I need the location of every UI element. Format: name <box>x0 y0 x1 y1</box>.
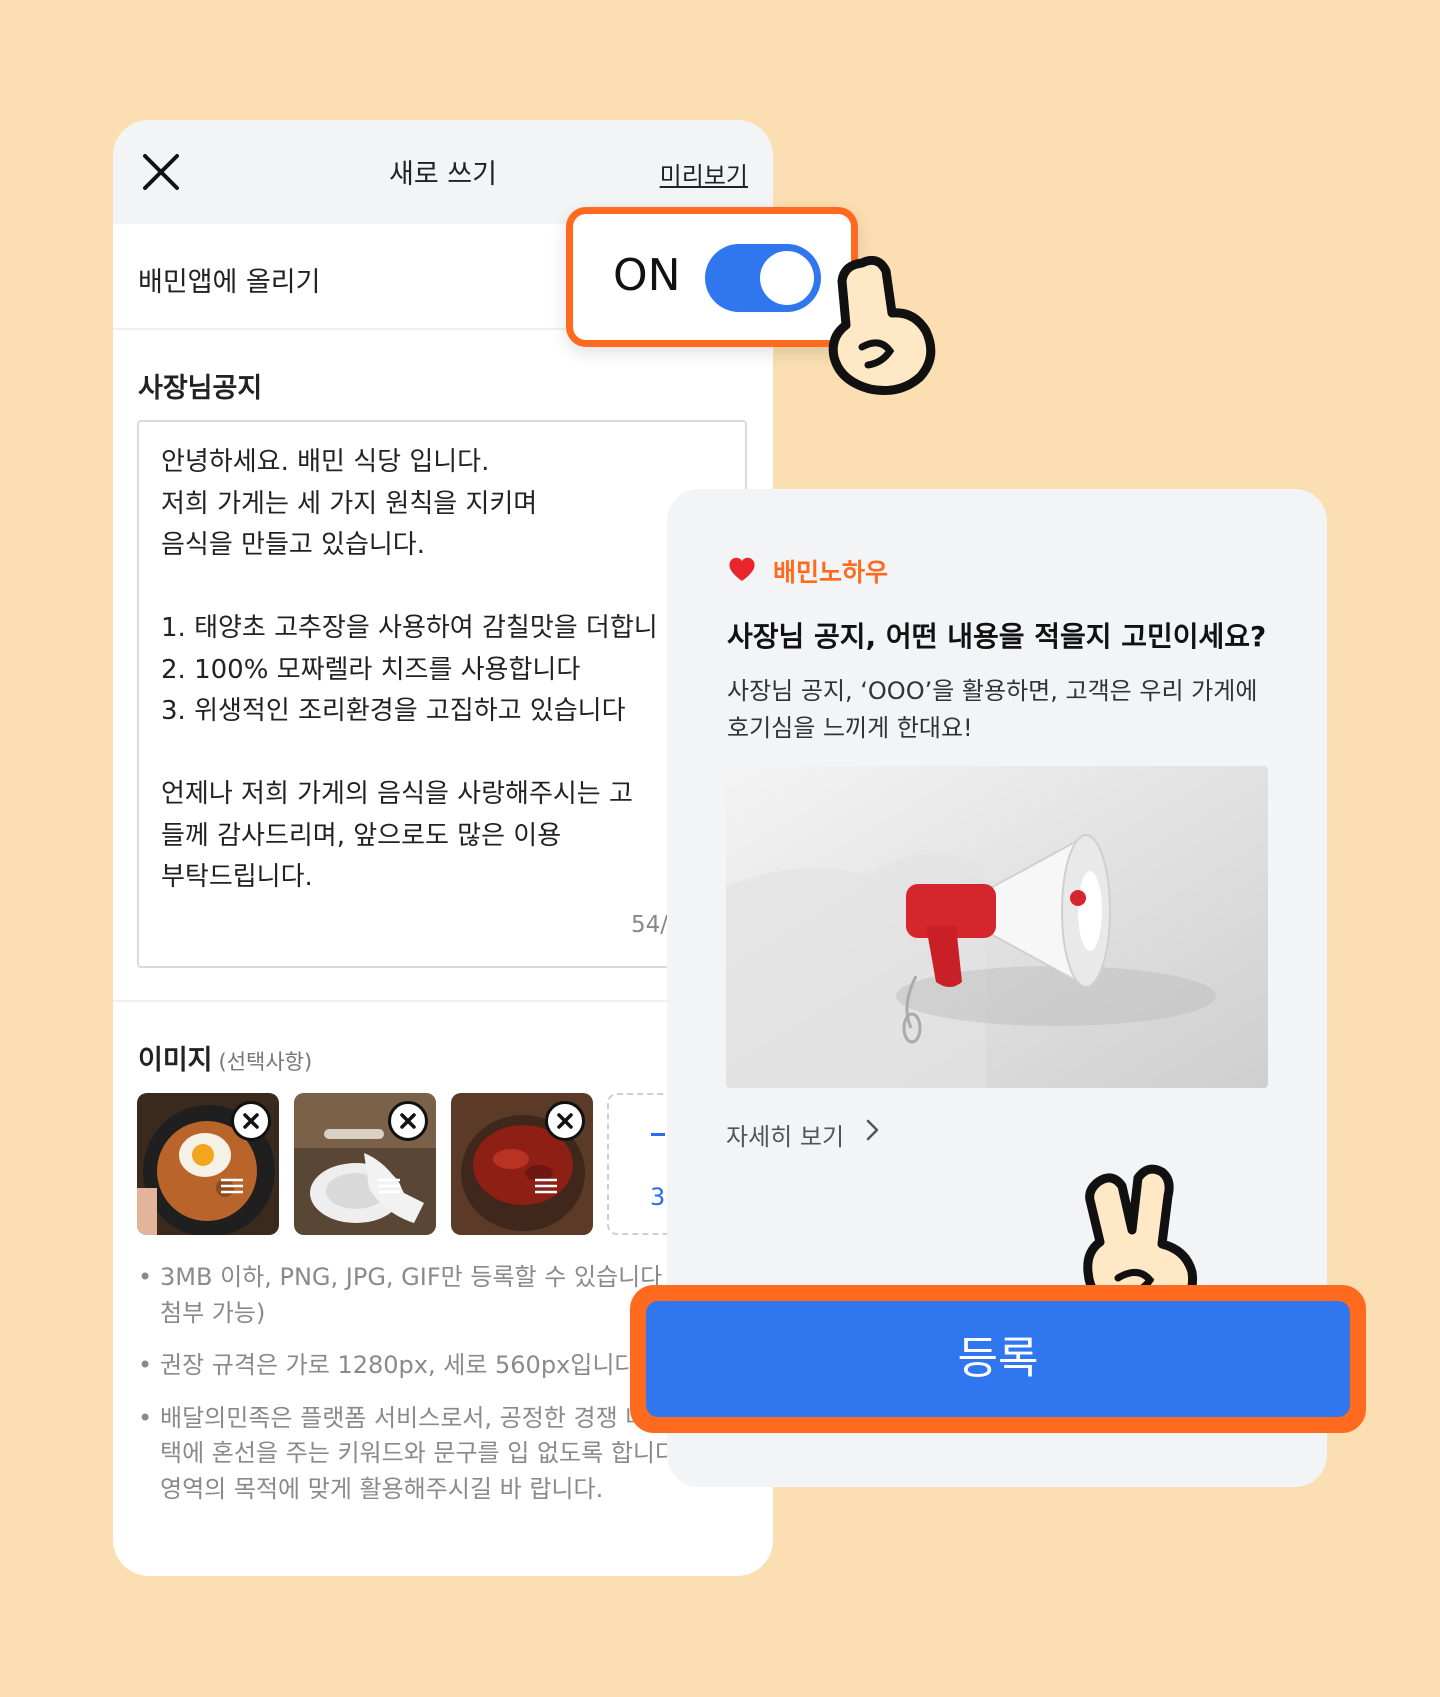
image-section-label: 이미지 <box>138 1045 213 1076</box>
tip-title: 사장님 공지, 어떤 내용을 적을지 고민이세요? <box>727 620 1267 653</box>
plus-icon <box>651 1133 665 1136</box>
notice-text: 안녕하세요. 배민 식당 입니다. 저희 가게는 세 가지 원칙을 지키며 음식… <box>161 442 658 899</box>
chevron-right-icon[interactable] <box>863 1115 883 1145</box>
char-count: 54/ <box>631 912 669 938</box>
pointing-hand-icon <box>828 255 936 395</box>
remove-image-button[interactable] <box>545 1101 585 1141</box>
notice-line <box>161 567 658 609</box>
notice-line: 2. 100% 모짜렐라 치즈를 사용합니다 <box>161 654 581 685</box>
notice-line: 1. 태양초 고추장을 사용하여 감칠맛을 더합니 <box>161 613 658 643</box>
submit-button[interactable]: 등록 <box>646 1301 1350 1417</box>
megaphone-image <box>726 766 1268 1088</box>
tip-body-line: 사장님 공지, ‘OOO’을 활용하면, 고객은 우리 가게에 <box>727 677 1258 705</box>
optional-label: (선택사항) <box>218 1050 313 1074</box>
image-thumbnail[interactable] <box>294 1093 436 1235</box>
more-link[interactable]: 자세히 보기 <box>726 1117 844 1152</box>
remove-image-button[interactable] <box>388 1101 428 1141</box>
tip-body: 사장님 공지, ‘OOO’을 활용하면, 고객은 우리 가게에 호기심을 느끼게… <box>727 673 1257 747</box>
notice-line: 언제나 저희 가게의 음식을 사랑해주시는 고 <box>161 779 633 809</box>
image-thumbnail[interactable] <box>137 1093 279 1235</box>
toggle-knob <box>760 251 814 305</box>
close-icon <box>243 1113 259 1129</box>
preview-link[interactable]: 미리보기 <box>660 156 748 191</box>
notice-line: 저희 가게는 세 가지 원칙을 지키며 <box>161 488 538 519</box>
submit-callout: 등록 <box>630 1285 1366 1433</box>
notice-line: 들께 감사드리며, 앞으로도 많은 이용 <box>161 820 562 851</box>
notice-line: 부탁드립니다. <box>161 862 313 892</box>
drag-handle-icon[interactable] <box>219 1177 245 1195</box>
remove-image-button[interactable] <box>231 1101 271 1141</box>
close-icon <box>400 1113 416 1129</box>
close-icon <box>557 1113 573 1129</box>
notice-line: 3. 위생적인 조리환경을 고집하고 있습니다 <box>161 696 626 726</box>
notice-textarea[interactable]: 안녕하세요. 배민 식당 입니다. 저희 가게는 세 가지 원칙을 지키며 음식… <box>137 420 747 968</box>
heart-icon <box>729 557 755 581</box>
toggle-state-label: ON <box>613 250 681 301</box>
post-toggle-switch[interactable] <box>705 244 821 312</box>
image-thumbnail[interactable] <box>451 1093 593 1235</box>
post-toggle-callout[interactable]: ON <box>566 207 858 347</box>
notice-line: 안녕하세요. 배민 식당 입니다. <box>161 447 490 477</box>
drag-handle-icon[interactable] <box>376 1177 402 1195</box>
notice-line <box>161 733 658 775</box>
image-section-title: 이미지 (선택사항) <box>138 1038 312 1077</box>
notice-section-title: 사장님공지 <box>138 373 263 404</box>
post-to-app-label: 배민앱에 올리기 <box>138 267 321 298</box>
tip-body-line: 호기심을 느끼게 한대요! <box>727 714 973 742</box>
notice-line: 음식을 만들고 있습니다. <box>161 530 425 560</box>
drag-handle-icon[interactable] <box>533 1177 559 1195</box>
tip-tag: 배민노하우 <box>773 558 889 587</box>
image-count: 3 <box>650 1183 666 1211</box>
